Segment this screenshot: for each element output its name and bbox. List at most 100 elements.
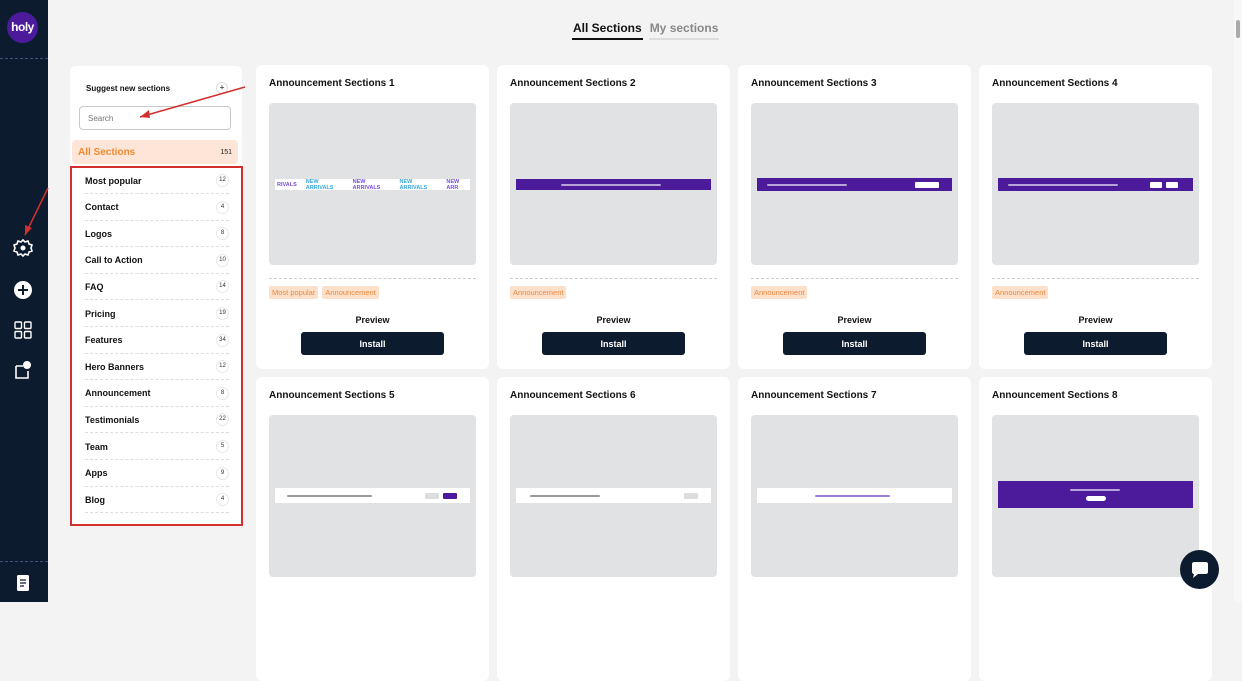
card-divider — [751, 278, 958, 279]
category-item-contact[interactable]: Contact 4 — [85, 195, 229, 221]
rail-divider — [0, 58, 48, 59]
category-count: 19 — [216, 307, 229, 320]
marquee-text: NEW ARRIVALS — [352, 179, 381, 190]
card-title: Announcement Sections 4 — [992, 78, 1118, 89]
section-card: Announcement Sections 6 — [497, 377, 730, 681]
announcement-preview-strip — [275, 488, 470, 503]
category-count: 14 — [216, 280, 229, 294]
category-item-apps[interactable]: Apps 9 — [85, 461, 229, 487]
card-divider — [269, 278, 476, 279]
add-circle-icon[interactable] — [12, 279, 34, 301]
category-label: Features — [85, 335, 123, 346]
install-button[interactable]: Install — [542, 332, 685, 355]
category-count: 8 — [216, 227, 229, 241]
install-button[interactable]: Install — [783, 332, 926, 355]
category-item-testimonials[interactable]: Testimonials 22 — [85, 407, 229, 434]
preview-strip-button — [915, 181, 939, 188]
install-button[interactable]: Install — [1024, 332, 1167, 355]
card-thumbnail[interactable] — [269, 415, 476, 577]
card-tags: Announcement — [510, 286, 567, 299]
preview-strip-button — [425, 492, 439, 499]
card-thumbnail[interactable] — [992, 103, 1199, 265]
category-item-blog[interactable]: Blog 4 — [85, 487, 229, 514]
document-icon[interactable] — [12, 572, 34, 594]
preview-text-line — [1008, 183, 1118, 186]
category-item-logos[interactable]: Logos 8 — [85, 221, 229, 248]
marquee-text: NEW ARRIVALS — [399, 179, 428, 190]
chat-button[interactable] — [1180, 550, 1219, 589]
category-item-features[interactable]: Features 34 — [85, 328, 229, 354]
section-tabs: All Sections My sections — [572, 21, 720, 40]
category-item-pricing[interactable]: Pricing 19 — [85, 301, 229, 327]
suggest-section-row[interactable]: Suggest new sections + — [86, 82, 228, 94]
section-card: Announcement Sections 3 Announcement Pre… — [738, 65, 971, 369]
category-item-most-popular[interactable]: Most popular 12 — [85, 168, 229, 194]
card-thumbnail[interactable] — [992, 415, 1199, 577]
card-title: Announcement Sections 6 — [510, 390, 636, 401]
preview-link[interactable]: Preview — [497, 315, 730, 325]
page-scrollbar[interactable] — [1234, 0, 1242, 602]
section-card: Announcement Sections 7 — [738, 377, 971, 681]
gear-plus-icon[interactable] — [12, 237, 34, 259]
tab-my-sections[interactable]: My sections — [648, 21, 720, 40]
tag-badge: Most popular — [269, 286, 319, 299]
preview-strip-button — [684, 492, 698, 499]
tab-all-sections[interactable]: All Sections — [572, 21, 643, 40]
marquee-text: RIVALS — [277, 181, 297, 188]
tag-badge: Announcement — [751, 286, 808, 299]
all-sections-filter[interactable]: All Sections 151 — [72, 140, 238, 164]
category-count: 12 — [216, 174, 229, 187]
category-label: Most popular — [85, 175, 142, 186]
section-card: Announcement Sections 4 Announcement Pre… — [979, 65, 1212, 369]
card-thumbnail[interactable] — [751, 415, 958, 577]
announcement-preview-strip — [516, 488, 711, 503]
chat-bubble-icon — [1191, 561, 1208, 578]
card-thumbnail[interactable] — [751, 103, 958, 265]
preview-link[interactable]: Preview — [979, 315, 1212, 325]
preview-strip-button — [1166, 181, 1178, 188]
notification-icon[interactable] — [12, 359, 34, 381]
install-button[interactable]: Install — [301, 332, 444, 355]
card-tags: Most popular Announcement — [269, 286, 379, 299]
card-title: Announcement Sections 8 — [992, 390, 1118, 401]
card-divider — [992, 278, 1199, 279]
marquee-text: NEW ARRIVALS — [305, 179, 334, 190]
grid-icon[interactable] — [12, 319, 34, 341]
scrollbar-thumb[interactable] — [1236, 20, 1240, 38]
section-card: Announcement Sections 5 — [256, 377, 489, 681]
category-item-faq[interactable]: FAQ 14 — [85, 274, 229, 301]
preview-strip-button — [1150, 181, 1162, 188]
category-label: Contact — [85, 202, 119, 213]
category-count: 9 — [216, 466, 229, 480]
card-title: Announcement Sections 5 — [269, 390, 395, 401]
card-title: Announcement Sections 1 — [269, 78, 395, 89]
section-card: Announcement Sections 1 RIVALS NEW ARRIV… — [256, 65, 489, 369]
marquee-text: NEW ARR — [446, 179, 460, 190]
card-thumbnail[interactable] — [510, 103, 717, 265]
announcement-preview-strip — [516, 179, 711, 190]
announcement-preview-strip — [998, 481, 1193, 508]
announcement-preview-strip — [757, 488, 952, 503]
preview-strip-button — [443, 492, 457, 499]
preview-text-line — [767, 183, 847, 186]
suggest-plus-button[interactable]: + — [216, 82, 228, 94]
category-item-announcement[interactable]: Announcement 8 — [85, 381, 229, 407]
category-item-call-to-action[interactable]: Call to Action 10 — [85, 248, 229, 274]
category-label: Apps — [85, 468, 108, 479]
category-item-hero-banners[interactable]: Hero Banners 12 — [85, 354, 229, 381]
holy-logo[interactable]: holy — [7, 12, 38, 43]
card-tags: Announcement — [992, 286, 1049, 299]
preview-link[interactable]: Preview — [738, 315, 971, 325]
category-label: Blog — [85, 494, 105, 505]
card-title: Announcement Sections 7 — [751, 390, 877, 401]
category-label: FAQ — [85, 281, 104, 292]
tag-badge: Announcement — [322, 286, 379, 299]
category-item-team[interactable]: Team 5 — [85, 434, 229, 460]
category-label: Team — [85, 441, 108, 452]
card-thumbnail[interactable] — [510, 415, 717, 577]
section-card: Announcement Sections 2 Announcement Pre… — [497, 65, 730, 369]
card-thumbnail[interactable]: RIVALS NEW ARRIVALS NEW ARRIVALS NEW ARR… — [269, 103, 476, 265]
preview-link[interactable]: Preview — [256, 315, 489, 325]
preview-strip-button — [1086, 496, 1106, 501]
search-input[interactable] — [79, 106, 231, 130]
